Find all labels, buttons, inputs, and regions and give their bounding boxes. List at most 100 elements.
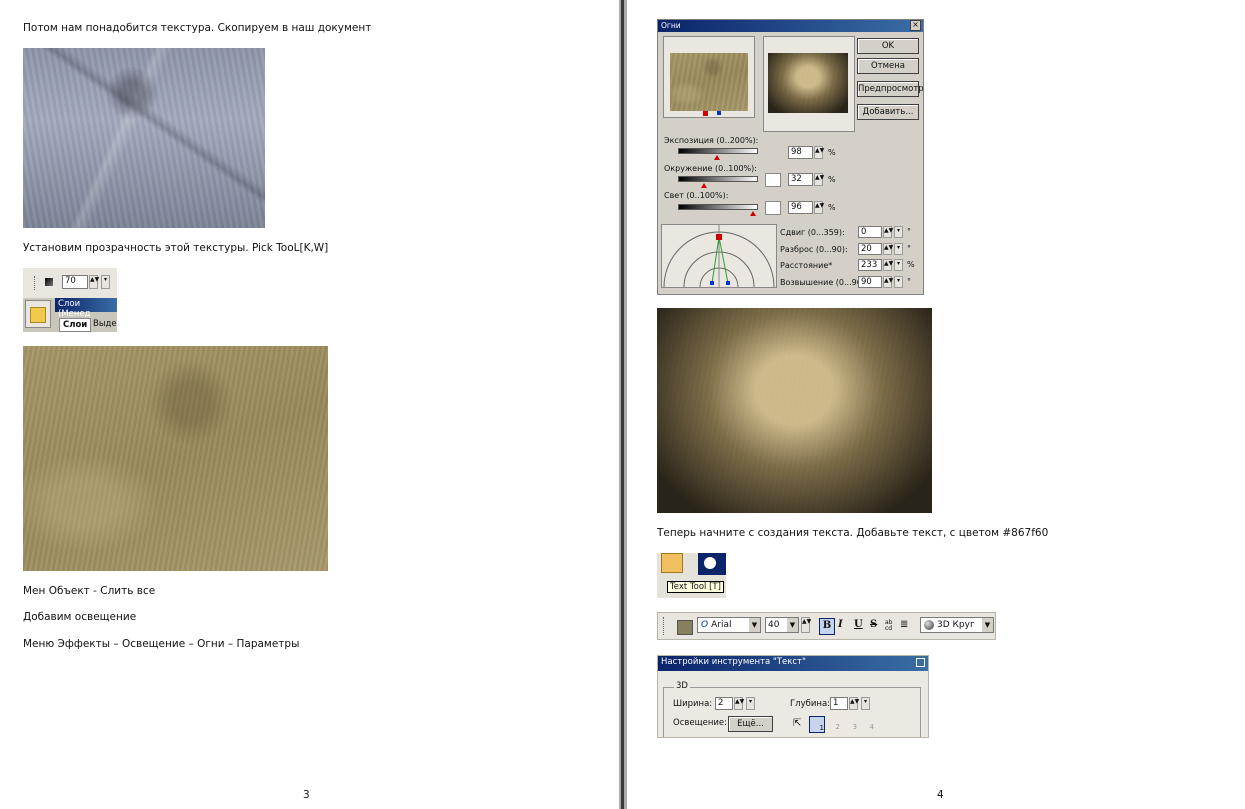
ambient-label: Окружение (0..100%): [664,164,757,173]
3d-style-select[interactable]: 3D Круг ▼ [920,617,994,633]
close-icon[interactable]: × [910,20,921,31]
cancel-button[interactable]: Отмена [857,58,919,74]
ambient-slider-marker[interactable] [701,183,707,188]
underline-button[interactable]: U [854,619,863,630]
light-option-1[interactable]: 1 [809,716,825,733]
strikethrough-button[interactable]: S [870,619,877,630]
dialog-title: Огни [658,20,923,32]
ok-button[interactable]: OK [857,38,919,54]
text-tool-button[interactable] [661,553,683,573]
exposure-input[interactable]: 98 [788,146,813,159]
page-gutter [619,0,627,809]
font-size-spinner[interactable]: ▲▼ [801,617,811,633]
pick-tool-button[interactable] [25,300,51,328]
width-label: Ширина: [673,699,713,709]
text-tool-settings-panel: Настройки инструмента "Текст" 3D Ширина:… [657,655,929,738]
elevation-input[interactable]: 90 [858,276,882,288]
light-color-swatch[interactable] [765,201,781,215]
spread-spinner[interactable]: ▲▼ [883,243,893,255]
original-preview-image [670,53,748,111]
ambient-input[interactable]: 32 [788,173,813,186]
tab-selection[interactable]: Выде [93,319,117,329]
exposure-slider-marker[interactable] [714,155,720,160]
depth-dropdown[interactable]: ▾ [861,697,870,710]
light-input[interactable]: 96 [788,201,813,214]
light-option-2[interactable]: 2 [826,716,840,731]
3d-style-value: 3D Круг [937,620,975,630]
opacity-dropdown[interactable]: ▾ [101,275,110,289]
distance-unit: % [907,260,915,269]
lights-dialog: Огни × OK Отмена Предпросмотр Добавить..… [657,19,924,295]
pick-tool-opacity-screenshot: 70 ▲▼ ▾ Слои (Менед Слои Выде [23,268,117,332]
shift-label: Сдвиг (0...359): [780,228,845,237]
add-button[interactable]: Добавить... [857,104,919,120]
sand-texture-image [23,346,328,571]
document-page-4: Огни × OK Отмена Предпросмотр Добавить..… [627,0,1245,809]
light-slider-marker[interactable] [750,211,756,216]
ambient-slider[interactable] [678,176,758,182]
text-color-swatch[interactable] [677,620,693,635]
distance-spinner[interactable]: ▲▼ [883,259,893,271]
spread-unit: ° [907,244,911,253]
font-size-select[interactable]: 40 ▼ [765,617,799,633]
font-select[interactable]: O Arial ▼ [697,617,761,633]
text-case-icon[interactable]: ab cd [885,620,893,632]
elevation-dropdown[interactable]: ▾ [894,276,903,288]
text-tool-tooltip: Text Tool [T] [667,581,724,593]
panel-restore-icon[interactable] [916,658,925,667]
light-label: Свет (0..100%): [664,191,729,200]
light-handle[interactable] [703,111,708,116]
spread-dropdown[interactable]: ▾ [894,243,903,255]
width-spinner[interactable]: ▲▼ [734,697,744,710]
light-pointer-icon[interactable]: ⇱ [793,718,801,729]
depth-input[interactable]: 1 [830,697,848,710]
paragraph-copy-texture: Потом нам понадобится текстура. Скопируе… [23,22,372,34]
3d-group-label: 3D [674,681,690,691]
paragraph-menu-path: Меню Эффекты – Освещение – Огни – Параме… [23,638,300,650]
shift-input[interactable]: 0 [858,226,882,238]
light-option-3[interactable]: 3 [843,716,857,731]
exposure-slider[interactable] [678,148,758,154]
layers-panel-title: Слои (Менед [55,298,117,319]
font-dropdown-arrow[interactable]: ▼ [749,618,760,632]
sphere-icon [924,619,934,630]
shift-dropdown[interactable]: ▾ [894,226,903,238]
elevation-unit: ° [907,277,911,286]
light-unit: % [828,203,836,212]
exposure-spinner[interactable]: ▲▼ [814,146,824,159]
result-preview-image [768,53,848,113]
tab-layers[interactable]: Слои [59,318,92,332]
align-icon[interactable]: ≣ [900,619,908,630]
distance-input[interactable]: 233 [858,259,882,271]
paragraph-add-lighting: Добавим освещение [23,611,137,623]
elevation-label: Возвышение (0...90): [780,278,868,287]
light-target-handle[interactable] [717,111,721,115]
original-preview [663,36,755,118]
italic-button[interactable]: I [838,619,843,630]
distance-label: Расстояние* [780,261,833,270]
width-dropdown[interactable]: ▾ [746,697,755,710]
elevation-spinner[interactable]: ▲▼ [883,276,893,288]
preview-button[interactable]: Предпросмотр [857,81,924,97]
spread-input[interactable]: 20 [858,243,882,255]
bold-button[interactable]: B [819,618,835,635]
exposure-label: Экспозиция (0..200%): [664,136,759,145]
ambient-spinner[interactable]: ▲▼ [814,173,824,186]
light-slider[interactable] [678,204,758,210]
font-size-dropdown-arrow[interactable]: ▼ [787,618,798,632]
distance-dropdown[interactable]: ▾ [894,259,903,271]
width-input[interactable]: 2 [715,697,733,710]
result-preview [763,36,855,132]
light-option-4[interactable]: 4 [860,716,874,731]
light-spinner[interactable]: ▲▼ [814,201,824,214]
style-dropdown-arrow[interactable]: ▼ [982,618,993,632]
shift-spinner[interactable]: ▲▼ [883,226,893,238]
depth-spinner[interactable]: ▲▼ [849,697,859,710]
more-lighting-button[interactable]: Ещё... [728,716,773,732]
paragraph-merge-all: Мен Объект - Слить все [23,585,156,597]
ambient-color-swatch[interactable] [765,173,781,187]
opacity-input[interactable]: 70 [62,275,88,289]
settings-panel-title: Настройки инструмента "Текст" [658,656,928,671]
light-direction-widget[interactable] [661,224,777,288]
opacity-spinner[interactable]: ▲▼ [89,275,99,289]
